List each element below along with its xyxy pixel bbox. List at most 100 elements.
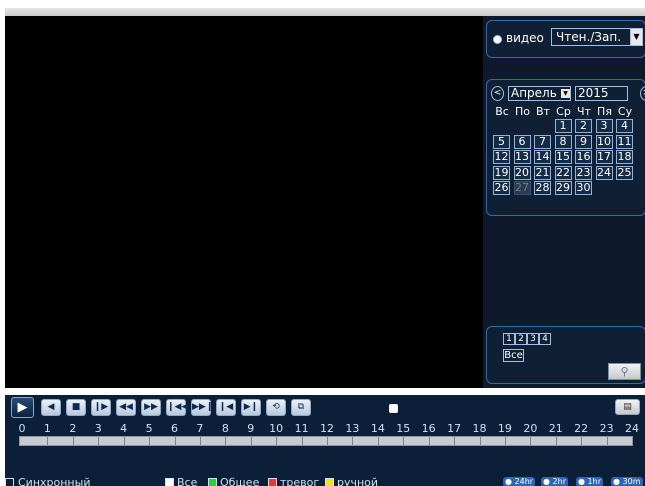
calendar-day[interactable]: 18 xyxy=(616,150,633,164)
calendar-day[interactable]: 3 xyxy=(595,119,613,133)
calendar-day[interactable]: 17 xyxy=(595,150,613,164)
frame-back-icon: ❙◀ xyxy=(218,402,234,412)
fullscreen-button[interactable]: ▤ xyxy=(615,399,640,415)
hour-label: 3 xyxy=(94,422,102,435)
weekday-header: Вт xyxy=(536,105,550,118)
fast-forward-icon: ▶▶ xyxy=(144,402,158,412)
calendar-day[interactable]: 4 xyxy=(616,119,633,133)
previous-file-button[interactable]: ❙◀◀ xyxy=(166,399,189,416)
stop-button[interactable]: ■ xyxy=(66,399,86,416)
calendar-day[interactable]: 30 xyxy=(575,181,592,195)
slow-button[interactable]: ◀◀ xyxy=(116,399,136,416)
filter-general-label: Общее xyxy=(220,477,260,486)
calendar-day[interactable]: 7 xyxy=(534,134,551,149)
hour-label: 15 xyxy=(396,422,411,435)
mode-select[interactable]: Чтен./Зап. ▼ xyxy=(551,28,643,46)
month-value: Апрель xyxy=(511,86,557,100)
hour-label: 9 xyxy=(247,422,255,435)
prev-month-button[interactable]: < xyxy=(491,86,504,101)
zoom-24hr-button[interactable]: ● 24hr xyxy=(503,477,536,486)
calendar-day[interactable]: 14 xyxy=(534,150,551,164)
weekday-header: Су xyxy=(617,105,633,118)
hour-label: 14 xyxy=(370,422,385,435)
timeline: 0 1 2 3 4 5 6 7 8 9 10 11 12 13 14 15 16 17 18 19 20 21 22 23 24 xyxy=(5,420,645,477)
hour-label: 4 xyxy=(120,422,128,435)
zoom-1hr-button[interactable]: ● 1hr xyxy=(576,477,603,486)
zoom-24hr-label: 24hr xyxy=(514,477,534,486)
month-select[interactable]: Апрель ▼ xyxy=(508,86,571,101)
calendar-day[interactable]: 28 xyxy=(534,181,551,195)
calendar-day[interactable]: 23 xyxy=(575,165,592,180)
calendar-day[interactable]: 1 xyxy=(554,119,572,133)
calendar-day[interactable]: 12 xyxy=(493,150,510,164)
hour-tick xyxy=(504,437,506,445)
filter-manual-label: ручной xyxy=(337,477,379,486)
calendar-day[interactable]: 8 xyxy=(554,134,572,149)
calendar-day[interactable]: 26 xyxy=(493,181,510,195)
fast-forward-button[interactable]: ▶▶ xyxy=(141,399,161,416)
play-button[interactable]: ▶ xyxy=(11,397,34,418)
hour-label: 13 xyxy=(345,422,360,435)
filter-manual-checkbox[interactable] xyxy=(325,478,334,486)
timeline-track[interactable] xyxy=(19,436,633,446)
calendar-day[interactable]: 11 xyxy=(616,134,633,149)
filter-all-checkbox[interactable] xyxy=(165,478,174,486)
calendar-day[interactable]: 29 xyxy=(554,181,572,195)
chevron-down-icon[interactable]: ▼ xyxy=(630,28,643,46)
calendar-day[interactable]: 25 xyxy=(616,165,633,180)
calendar-day[interactable]: 5 xyxy=(493,134,510,149)
hour-label: 12 xyxy=(320,422,334,435)
zoom-30m-button[interactable]: ● 30m xyxy=(611,477,643,486)
hour-tick xyxy=(428,437,430,445)
next-frame-button[interactable]: ▶❙ xyxy=(241,399,261,416)
chevron-down-icon[interactable]: ▼ xyxy=(561,89,570,98)
calendar-day[interactable]: 27 xyxy=(513,181,531,195)
hour-label: 7 xyxy=(196,422,204,435)
hour-label: 18 xyxy=(472,422,487,435)
hour-tick xyxy=(47,437,49,445)
calendar-day[interactable]: 22 xyxy=(554,165,572,180)
video-radio[interactable] xyxy=(493,35,502,44)
calendar-day[interactable]: 10 xyxy=(595,134,613,149)
calendar-day[interactable]: 20 xyxy=(513,165,531,180)
calendar-day[interactable]: 24 xyxy=(595,165,613,180)
all-channels-button[interactable]: Все xyxy=(503,349,524,362)
zoom-2hr-label: 2hr xyxy=(552,477,566,486)
clip-button[interactable]: ⧉ xyxy=(291,399,311,416)
hour-tick xyxy=(479,437,481,445)
previous-frame-button[interactable]: ❙◀ xyxy=(216,399,236,416)
zoom-2hr-button[interactable]: ● 2hr xyxy=(541,477,568,486)
hour-tick xyxy=(174,437,176,445)
channel-2-checkbox[interactable]: 2 xyxy=(515,333,527,345)
calendar-day[interactable]: 21 xyxy=(534,165,551,180)
window-icon: ▤ xyxy=(623,402,632,412)
sync-checkbox[interactable] xyxy=(5,478,14,486)
calendar-day[interactable]: 16 xyxy=(575,150,592,164)
next-file-button[interactable]: ▶▶❙ xyxy=(191,399,213,416)
year-input[interactable]: 2015 xyxy=(575,86,628,101)
calendar-day[interactable]: 19 xyxy=(493,165,510,180)
step-forward-button[interactable]: ❙▶ xyxy=(91,399,111,416)
video-preview[interactable] xyxy=(5,16,483,388)
hour-tick xyxy=(327,437,328,445)
reverse-play-button[interactable]: ◀ xyxy=(41,399,61,416)
calendar-day[interactable]: 6 xyxy=(513,134,531,149)
calendar-day[interactable]: 15 xyxy=(554,150,572,164)
next-month-button[interactable]: > xyxy=(640,86,645,101)
channel-4-checkbox[interactable]: 4 xyxy=(539,333,551,345)
backup-button[interactable]: ⟲ xyxy=(266,399,286,416)
calendar-day[interactable]: 13 xyxy=(513,150,531,164)
weekday-header: По xyxy=(514,105,530,118)
channel-1-checkbox[interactable]: 1 xyxy=(503,333,515,345)
progress-handle[interactable] xyxy=(389,404,398,413)
skip-back-icon: ❙◀◀ xyxy=(167,402,189,412)
calendar-day[interactable]: 2 xyxy=(575,119,592,133)
filter-alarm-checkbox[interactable] xyxy=(268,478,277,486)
hour-tick xyxy=(225,437,227,445)
stop-icon: ■ xyxy=(71,402,81,412)
channel-3-checkbox[interactable]: 3 xyxy=(527,333,539,345)
filter-general-checkbox[interactable] xyxy=(208,478,217,486)
search-button[interactable]: ⚲ xyxy=(608,363,641,380)
hour-label: 1 xyxy=(43,422,51,435)
calendar-day[interactable]: 9 xyxy=(575,134,592,149)
